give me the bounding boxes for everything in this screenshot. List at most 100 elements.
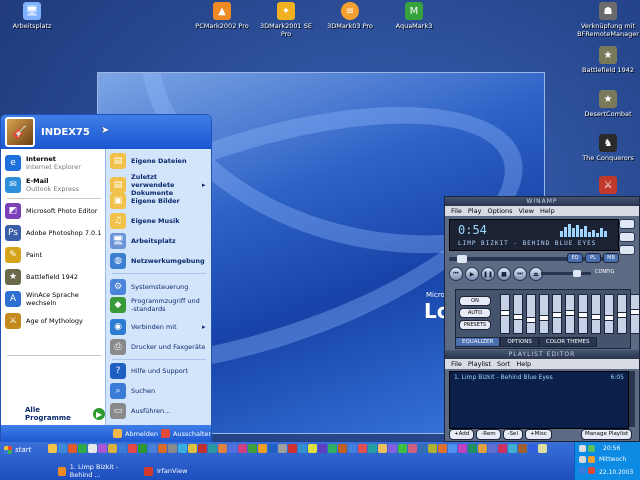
playlist-toggle-button[interactable]: PL xyxy=(585,253,601,263)
winamp-titlebar[interactable]: WINAMP xyxy=(445,197,639,206)
pl-menu-help[interactable]: Help xyxy=(516,360,531,368)
desktop-icon-3dmark2001[interactable]: ✦ 3DMark2001 SE Pro xyxy=(254,2,318,38)
quick-launch-icon[interactable] xyxy=(98,444,107,453)
quick-launch-icon[interactable] xyxy=(458,444,467,453)
clock-time[interactable]: 20:56 xyxy=(603,445,620,452)
select-button[interactable]: -Sel xyxy=(502,429,523,440)
taskbar-task-winamp[interactable]: 1. Limp Bizkit - Behind ... xyxy=(54,463,144,479)
quick-launch-icon[interactable] xyxy=(428,444,437,453)
menu-help[interactable]: Help xyxy=(540,207,555,215)
playlist-titlebar[interactable]: PLAYLIST EDITOR xyxy=(445,350,639,359)
eq-band-slider[interactable] xyxy=(630,294,640,334)
pl-menu-playlist[interactable]: Playlist xyxy=(468,360,491,368)
pl-menu-sort[interactable]: Sort xyxy=(497,360,510,368)
eq-band-slider[interactable] xyxy=(539,294,549,334)
quick-launch-icon[interactable] xyxy=(238,444,247,453)
tab-options[interactable]: OPTIONS xyxy=(500,337,539,347)
start-right-run[interactable]: ▭ Ausführen... xyxy=(110,403,170,419)
quick-launch-icon[interactable] xyxy=(218,444,227,453)
repeat-button[interactable] xyxy=(619,232,635,242)
quick-launch-icon[interactable] xyxy=(58,444,67,453)
desktop-icon-desertcombat[interactable]: ★ DesertCombat xyxy=(576,90,640,118)
quick-launch-icon[interactable] xyxy=(308,444,317,453)
config-button[interactable]: CONFIG xyxy=(595,269,614,275)
quick-launch-icon[interactable] xyxy=(348,444,357,453)
quick-launch-icon[interactable] xyxy=(118,444,127,453)
start-item-recent-1[interactable]: Ps Adobe Photoshop 7.0.1 xyxy=(5,225,101,241)
quick-launch-icon[interactable] xyxy=(318,444,327,453)
quick-launch-icon[interactable] xyxy=(128,444,137,453)
minimize-button[interactable] xyxy=(619,245,635,255)
quick-launch-icon[interactable] xyxy=(368,444,377,453)
start-right-connect-to[interactable]: ◉ Verbinden mit ▸ xyxy=(110,319,210,335)
next-button[interactable]: ⏭ xyxy=(513,267,527,281)
tab-equalizer[interactable]: EQUALIZER xyxy=(455,337,501,347)
quick-launch-icon[interactable] xyxy=(258,444,267,453)
start-item-recent-2[interactable]: ✎ Paint xyxy=(5,247,42,263)
desktop-icon-bfremote[interactable]: ☗ Verknüpfung mit BFRemoteManager xyxy=(576,2,640,38)
eq-band-knob[interactable] xyxy=(552,312,562,318)
play-button[interactable]: ▶ xyxy=(465,267,479,281)
desktop-icon-battlefield[interactable]: ★ Battlefield 1942 xyxy=(576,46,640,74)
remove-button[interactable]: -Rem xyxy=(476,429,501,440)
quick-launch-icon[interactable] xyxy=(278,444,287,453)
shuffle-button[interactable] xyxy=(619,219,635,229)
tray-icon[interactable] xyxy=(579,467,586,474)
eq-band-slider[interactable] xyxy=(552,294,562,334)
eq-band-slider[interactable] xyxy=(526,294,536,334)
quick-launch-icon[interactable] xyxy=(228,444,237,453)
start-item-recent-5[interactable]: ⚔ Age of Mythology xyxy=(5,313,83,329)
manage-playlist-button[interactable]: Manage Playlist xyxy=(581,429,633,440)
volume-slider[interactable] xyxy=(541,270,591,277)
pause-button[interactable]: ❚❚ xyxy=(481,267,495,281)
quick-launch-icon[interactable] xyxy=(418,444,427,453)
quick-launch-icon[interactable] xyxy=(198,444,207,453)
quick-launch-icon[interactable] xyxy=(188,444,197,453)
start-right-printers[interactable]: ⎙ Drucker und Faxgeräte xyxy=(110,339,205,355)
quick-launch-icon[interactable] xyxy=(408,444,417,453)
start-right-program-access[interactable]: ◆ Programmzugriff und -standards xyxy=(110,297,203,313)
volume-knob[interactable] xyxy=(573,270,581,277)
desktop-icon-3dmark03[interactable]: ≡ 3DMark03 Pro xyxy=(318,2,382,30)
eq-band-slider[interactable] xyxy=(591,294,601,334)
start-item-recent-0[interactable]: ◩ Microsoft Photo Editor xyxy=(5,203,98,219)
quick-launch-icon[interactable] xyxy=(288,444,297,453)
desktop-icon-conquerors[interactable]: ♞ The Conquerors xyxy=(576,134,640,162)
quick-launch-icon[interactable] xyxy=(398,444,407,453)
eq-band-slider[interactable] xyxy=(513,294,523,334)
eq-presets-button[interactable]: PRESETS xyxy=(459,320,491,330)
tray-icon[interactable] xyxy=(588,456,595,463)
eq-band-knob[interactable] xyxy=(630,309,640,315)
desktop-icon-aquamark[interactable]: M AquaMark3 xyxy=(382,2,446,30)
start-item-recent-4[interactable]: A WinAce Sprache wechseln xyxy=(5,291,105,307)
quick-launch-icon[interactable] xyxy=(208,444,217,453)
eq-band-knob[interactable] xyxy=(539,315,549,321)
quick-launch-icon[interactable] xyxy=(388,444,397,453)
start-item-email[interactable]: ✉ E-Mail Outlook Express xyxy=(5,177,79,193)
previous-button[interactable]: ⏮ xyxy=(449,267,463,281)
logoff-button[interactable]: Abmelden xyxy=(113,429,158,438)
pl-menu-file[interactable]: File xyxy=(451,360,462,368)
taskbar-task-irfanview[interactable]: IrfanView xyxy=(140,464,191,478)
quick-launch-icon[interactable] xyxy=(298,444,307,453)
eq-band-knob[interactable] xyxy=(526,317,536,323)
start-button[interactable]: start xyxy=(0,442,48,458)
quick-launch-icon[interactable] xyxy=(358,444,367,453)
menu-options[interactable]: Options xyxy=(487,207,512,215)
tray-icon[interactable] xyxy=(588,445,595,452)
stop-button[interactable]: ■ xyxy=(497,267,511,281)
minibrowser-toggle-button[interactable]: MB xyxy=(603,253,619,263)
eq-band-knob[interactable] xyxy=(578,312,588,318)
tray-icon[interactable] xyxy=(579,456,586,463)
start-right-control-panel[interactable]: ⚙ Systemsteuerung xyxy=(110,279,188,295)
playlist-scrollbar[interactable] xyxy=(629,371,635,427)
start-right-my-pictures[interactable]: ▣ Eigene Bilder xyxy=(110,193,180,209)
eq-band-knob[interactable] xyxy=(604,315,614,321)
quick-launch-icon[interactable] xyxy=(508,444,517,453)
desktop-icon-pcmark2002[interactable]: ▲ PCMark2002 Pro xyxy=(190,2,254,30)
quick-launch-icon[interactable] xyxy=(108,444,117,453)
quick-launch-icon[interactable] xyxy=(48,444,57,453)
quick-launch-icon[interactable] xyxy=(88,444,97,453)
quick-launch-icon[interactable] xyxy=(528,444,537,453)
quick-launch-icon[interactable] xyxy=(78,444,87,453)
